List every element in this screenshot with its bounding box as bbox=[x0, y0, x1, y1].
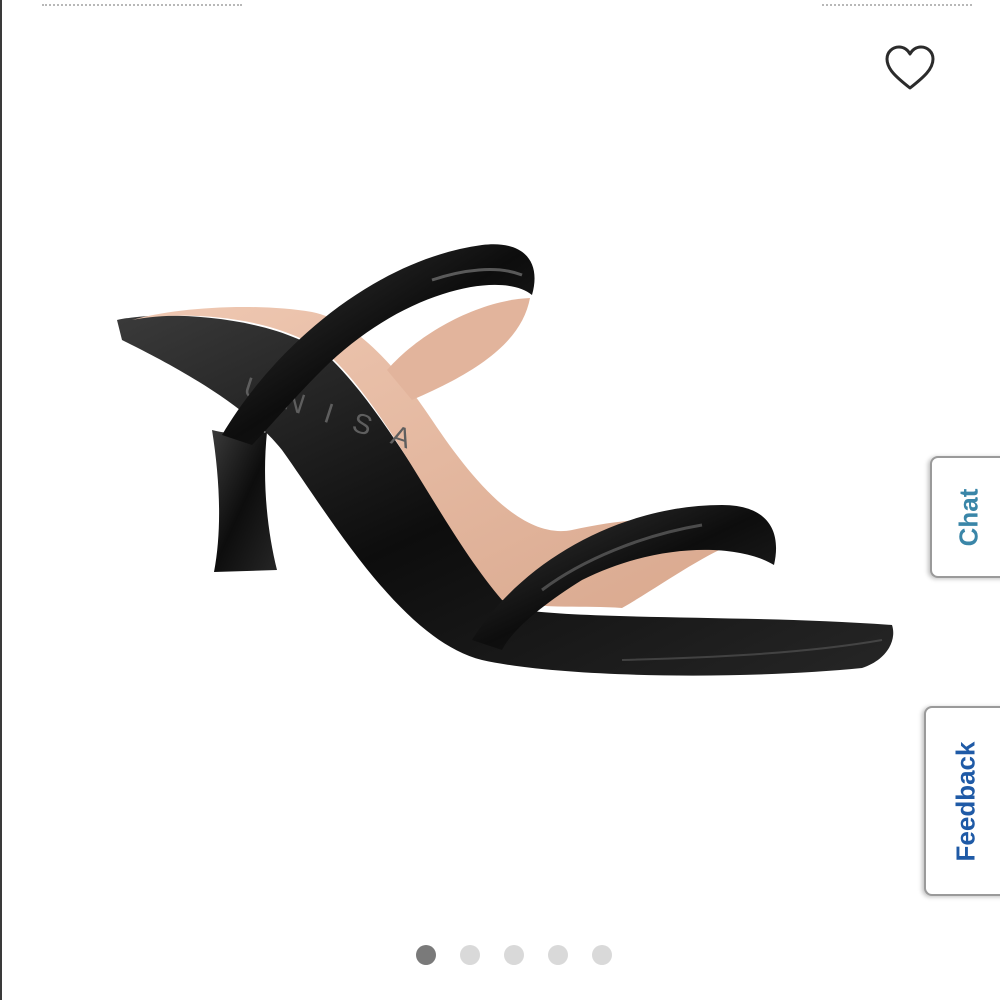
heart-outline-icon bbox=[885, 45, 935, 90]
carousel-dot-1[interactable] bbox=[416, 945, 436, 965]
carousel-dot-3[interactable] bbox=[504, 945, 524, 965]
product-image[interactable]: UNISA bbox=[102, 220, 902, 720]
sandal-heel bbox=[212, 430, 277, 572]
top-divider-left bbox=[42, 0, 242, 6]
carousel-dot-5[interactable] bbox=[592, 945, 612, 965]
top-divider-right bbox=[822, 0, 972, 6]
favorite-button[interactable] bbox=[882, 40, 938, 96]
chat-tab[interactable]: Chat bbox=[930, 456, 1000, 578]
product-page: UNISA Chat Feedback bbox=[0, 0, 1000, 1000]
carousel-dot-4[interactable] bbox=[548, 945, 568, 965]
feedback-tab[interactable]: Feedback bbox=[924, 706, 1000, 896]
feedback-tab-label: Feedback bbox=[950, 741, 981, 861]
chat-tab-label: Chat bbox=[953, 488, 984, 546]
carousel-indicators bbox=[416, 945, 612, 965]
carousel-dot-2[interactable] bbox=[460, 945, 480, 965]
